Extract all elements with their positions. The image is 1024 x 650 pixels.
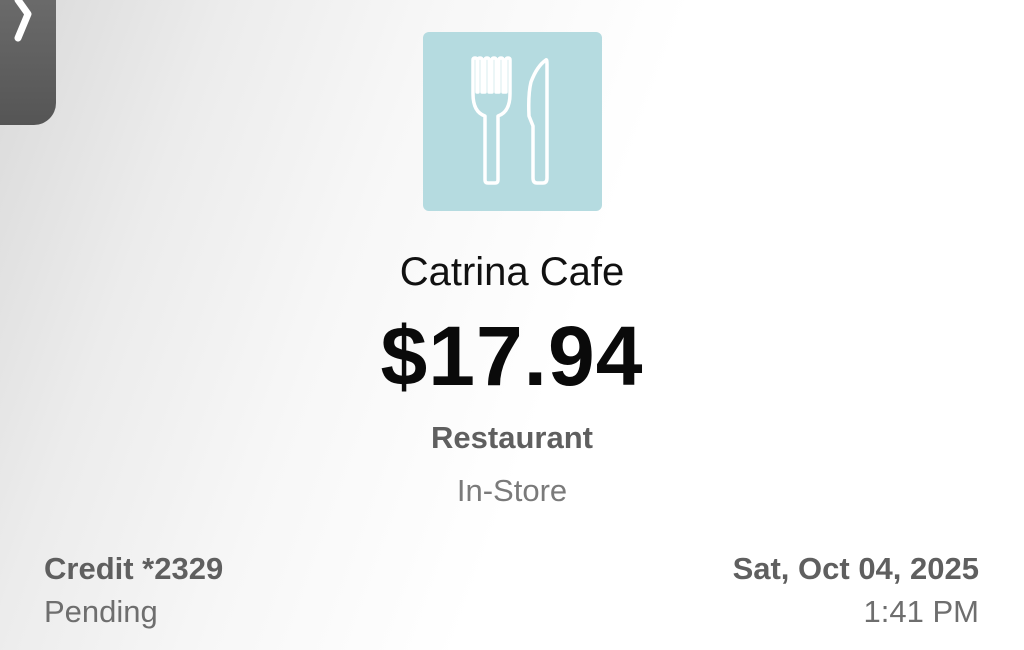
category-tile <box>423 32 602 211</box>
chevron-right-icon <box>14 0 32 42</box>
transaction-date: Sat, Oct 04, 2025 <box>732 551 979 586</box>
fork-knife-icon <box>471 56 549 185</box>
back-tab[interactable] <box>0 0 56 125</box>
transaction-category: Restaurant <box>431 420 593 455</box>
account-label: Credit *2329 <box>44 551 224 586</box>
status-label: Pending <box>44 594 158 629</box>
transaction-channel: In-Store <box>456 473 568 508</box>
transaction-amount: $17.94 <box>380 309 644 403</box>
merchant-name: Catrina Cafe <box>399 250 625 294</box>
transaction-time: 1:41 PM <box>863 594 979 629</box>
